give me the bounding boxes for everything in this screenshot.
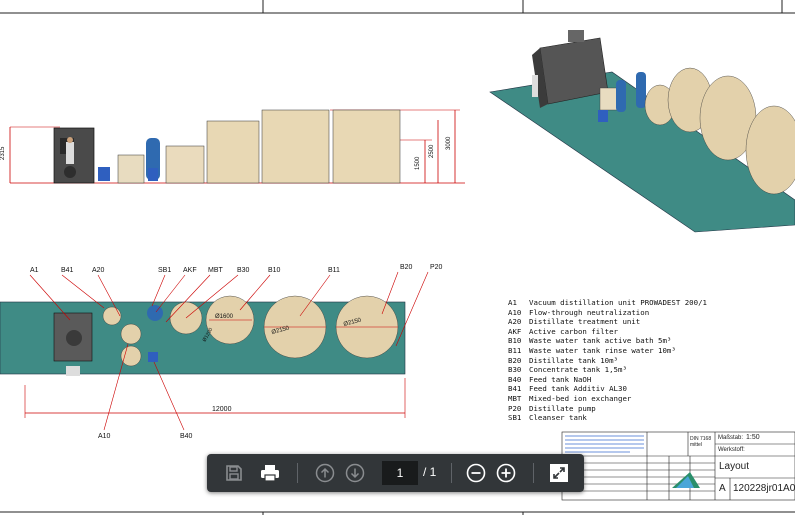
legend-code: A1 bbox=[508, 298, 517, 307]
legend-row: B10 Waste water tank active bath 5m³ bbox=[508, 336, 707, 346]
label-b10: B10 bbox=[268, 267, 281, 274]
dim-1500: 1500 bbox=[415, 156, 421, 170]
company-logo bbox=[672, 472, 700, 488]
legend-row: B11 Waste water tank rinse water 10m³ bbox=[508, 346, 707, 356]
legend-row: SB1 Cleanser tank bbox=[508, 413, 707, 423]
legend-row: A20 Distillate treatment unit bbox=[508, 317, 707, 327]
label-b30: B30 bbox=[237, 267, 250, 274]
legend-row: MBT Mixed-bed ion exchanger bbox=[508, 394, 707, 404]
legend-text: Concentrate tank 1,5m³ bbox=[529, 365, 627, 375]
legend-text: Mixed-bed ion exchanger bbox=[529, 393, 632, 403]
fit-page-icon bbox=[550, 464, 568, 482]
legend-text: Feed tank Additiv AL30 bbox=[529, 384, 627, 394]
label-b41: B41 bbox=[61, 267, 74, 274]
scale-label: Maßstab: bbox=[718, 435, 744, 441]
legend-text: Cleanser tank bbox=[529, 413, 587, 423]
arrow-up-icon bbox=[315, 463, 335, 483]
legend-text: Feed tank NaOH bbox=[529, 374, 592, 384]
drawing-format: A bbox=[719, 483, 726, 494]
front-elevation: 2315 1500 2500 3000 bbox=[0, 109, 465, 184]
dim-2500: 2500 bbox=[429, 144, 435, 158]
legend-code: B10 bbox=[508, 336, 522, 346]
drawing-number: 120228jr01A01 bbox=[733, 483, 795, 494]
label-akf: AKF bbox=[183, 267, 197, 274]
dim-2315: 2315 bbox=[0, 146, 6, 160]
zoom-out-icon bbox=[466, 463, 486, 483]
label-b11: B11 bbox=[328, 267, 340, 274]
legend-code: B41 bbox=[508, 384, 522, 394]
legend-text: Waste water tank active bath 5m³ bbox=[529, 336, 672, 346]
legend-code: AKF bbox=[508, 326, 522, 336]
label-b20: B20 bbox=[400, 264, 413, 271]
print-button[interactable] bbox=[255, 458, 285, 488]
label-a10: A10 bbox=[98, 433, 111, 440]
save-button[interactable] bbox=[219, 458, 249, 488]
legend-code: A10 bbox=[508, 307, 522, 317]
arrow-down-icon bbox=[345, 463, 365, 483]
label-a20: A20 bbox=[92, 267, 105, 274]
legend-code: SB1 bbox=[508, 413, 522, 423]
print-icon bbox=[261, 465, 279, 482]
zoom-in-button[interactable] bbox=[491, 458, 521, 488]
label-b40: B40 bbox=[180, 433, 193, 440]
drawing-sheet: 2315 1500 2500 3000 Ø1600 Ø1200 Ø2150 Ø2… bbox=[0, 0, 795, 515]
legend-text: Distillate pump bbox=[529, 403, 596, 413]
component-legend: A1 Vacuum distillation unit PROWADEST 200… bbox=[508, 298, 707, 423]
legend-row: A1 Vacuum distillation unit PROWADEST 200… bbox=[508, 298, 707, 308]
drawing-title: Layout bbox=[719, 461, 750, 472]
legend-text: Active carbon filter bbox=[529, 326, 618, 336]
legend-row: B40 Feed tank NaOH bbox=[508, 375, 707, 385]
scale-value: 1:50 bbox=[746, 434, 760, 441]
legend-code: B11 bbox=[508, 345, 522, 355]
dim-12000: 12000 bbox=[212, 406, 232, 413]
dim-3000: 3000 bbox=[446, 136, 452, 150]
page-number-input[interactable]: 1 bbox=[382, 461, 418, 485]
legend-row: B41 Feed tank Additiv AL30 bbox=[508, 384, 707, 394]
legend-row: A10 Flow-through neutralization bbox=[508, 308, 707, 318]
next-page-button[interactable] bbox=[340, 458, 370, 488]
previous-page-button[interactable] bbox=[310, 458, 340, 488]
label-a1: A1 bbox=[30, 267, 39, 274]
legend-code: MBT bbox=[508, 393, 522, 403]
legend-text: Distillate tank 10m³ bbox=[529, 355, 618, 365]
label-sb1: SB1 bbox=[158, 267, 171, 274]
legend-row: B20 Distillate tank 10m³ bbox=[508, 356, 707, 366]
legend-text: Vacuum distillation unit PROWADEST 200/1 bbox=[529, 298, 707, 307]
dia-b30: Ø1600 bbox=[215, 314, 234, 320]
legend-text: Distillate treatment unit bbox=[529, 317, 641, 327]
label-p20: P20 bbox=[430, 264, 443, 271]
page-total: / 1 bbox=[423, 465, 437, 479]
title-block-notes bbox=[565, 435, 644, 453]
legend-text: Flow-through neutralization bbox=[529, 307, 650, 317]
pdf-viewer-toolbar: 1 / 1 bbox=[207, 454, 584, 492]
legend-row: B30 Concentrate tank 1,5m³ bbox=[508, 365, 707, 375]
legend-code: B30 bbox=[508, 365, 522, 375]
legend-row: AKF Active carbon filter bbox=[508, 327, 707, 337]
label-mbt: MBT bbox=[208, 267, 224, 274]
zoom-out-button[interactable] bbox=[461, 458, 491, 488]
legend-code: P20 bbox=[508, 403, 522, 413]
zoom-in-icon bbox=[496, 463, 516, 483]
din-tolerance: DIN 7168 mittel bbox=[690, 436, 712, 448]
plan-view: Ø1600 Ø1200 Ø2150 Ø2150 12000 A1 B41 A20 bbox=[0, 264, 443, 440]
fit-to-page-button[interactable] bbox=[544, 458, 574, 488]
legend-row: P20 Distillate pump bbox=[508, 404, 707, 414]
material-label: Werkstoff: bbox=[718, 447, 745, 453]
isometric-view bbox=[489, 30, 795, 233]
legend-text: Waste water tank rinse water 10m³ bbox=[529, 345, 676, 355]
legend-code: B40 bbox=[508, 374, 522, 384]
save-icon bbox=[226, 465, 242, 481]
legend-code: B20 bbox=[508, 355, 522, 365]
legend-code: A20 bbox=[508, 317, 522, 327]
